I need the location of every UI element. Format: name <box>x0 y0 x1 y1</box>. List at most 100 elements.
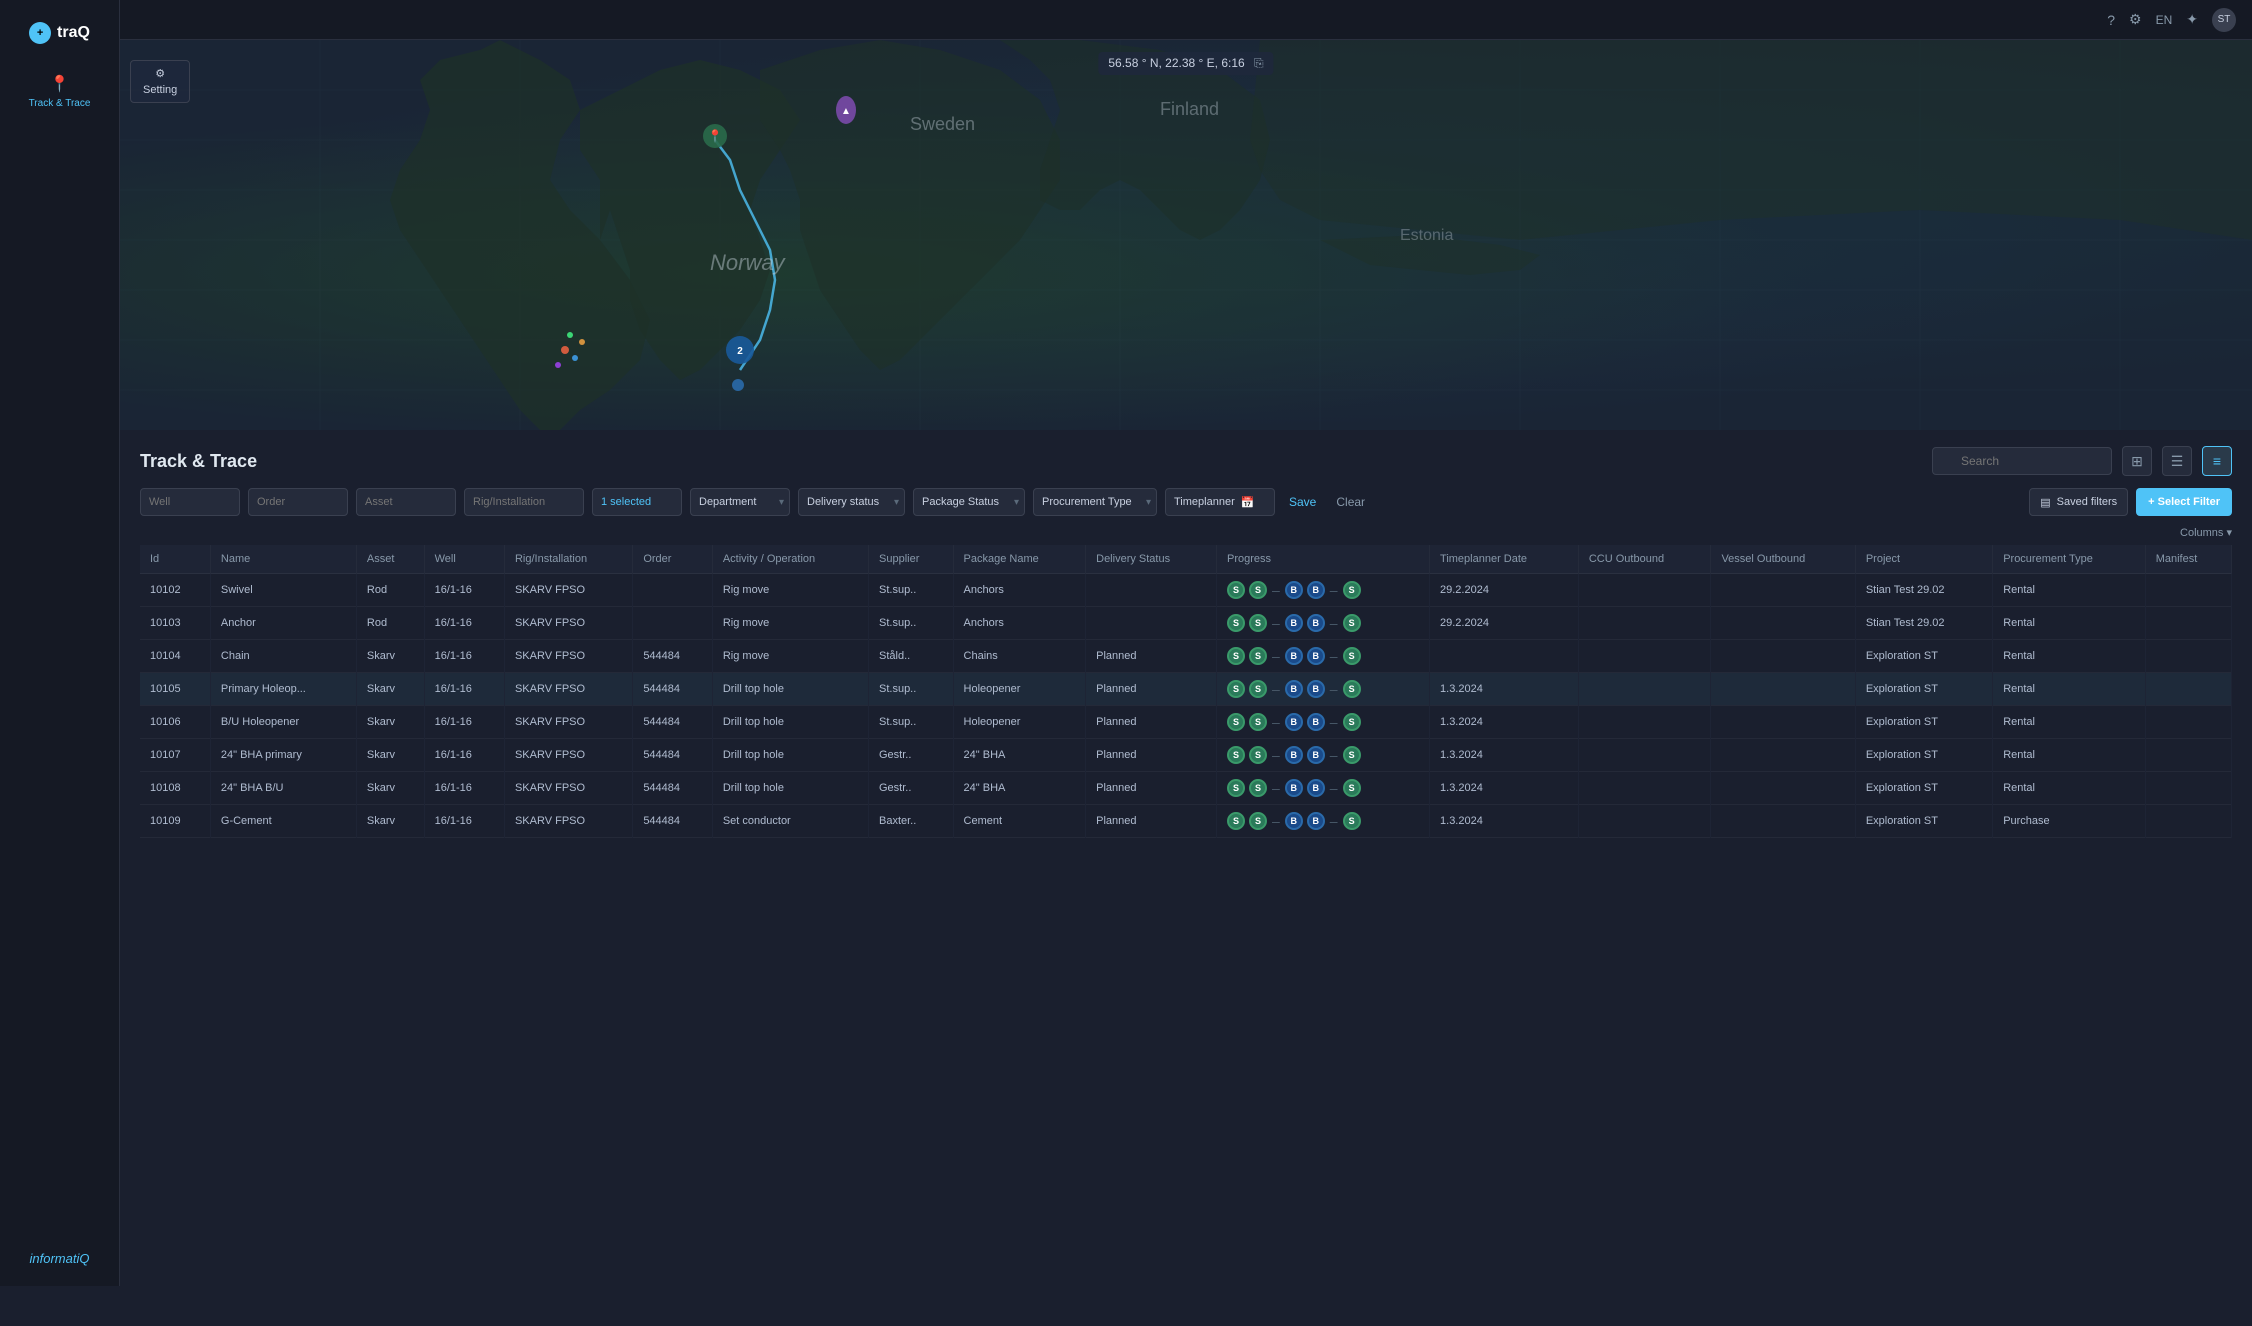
col-supplier[interactable]: Supplier <box>869 545 954 574</box>
list-view-button[interactable]: ☰ <box>2162 446 2192 476</box>
clear-filter-button[interactable]: Clear <box>1330 491 1371 513</box>
cell-manifest <box>2145 805 2231 838</box>
package-status-filter[interactable]: Package Status <box>913 488 1025 516</box>
procurement-type-filter[interactable]: Procurement Type <box>1033 488 1157 516</box>
cell-well: 16/1-16 <box>424 706 504 739</box>
data-table-wrapper[interactable]: Id Name Asset Well Rig/Installation Orde… <box>140 545 2232 1286</box>
rig-filter[interactable] <box>464 488 584 516</box>
cell-delivery-status: Planned <box>1086 706 1217 739</box>
cell-well: 16/1-16 <box>424 805 504 838</box>
cell-well: 16/1-16 <box>424 574 504 607</box>
search-input[interactable] <box>1932 447 2112 475</box>
table-row[interactable]: 10103 Anchor Rod 16/1-16 SKARV FPSO Rig … <box>140 607 2232 640</box>
asset-filter[interactable] <box>356 488 456 516</box>
setting-button[interactable]: ⚙ Setting <box>130 60 190 103</box>
map-container[interactable]: 📍 ▲ 2 <box>120 40 2252 430</box>
cell-procurement: Rental <box>1993 607 2146 640</box>
col-vessel[interactable]: Vessel Outbound <box>1711 545 1855 574</box>
delivery-status-filter[interactable]: Delivery status <box>798 488 905 516</box>
cell-activity: Rig move <box>712 574 868 607</box>
cell-project: Stian Test 29.02 <box>1855 607 1992 640</box>
cell-activity: Drill top hole <box>712 739 868 772</box>
table-row[interactable]: 10107 24" BHA primary Skarv 16/1-16 SKAR… <box>140 739 2232 772</box>
col-package-name[interactable]: Package Name <box>953 545 1086 574</box>
search-wrapper: 🔍 <box>1932 447 2112 475</box>
col-order[interactable]: Order <box>633 545 713 574</box>
well-filter[interactable] <box>140 488 240 516</box>
cell-activity: Set conductor <box>712 805 868 838</box>
table-row[interactable]: 10108 24" BHA B/U Skarv 16/1-16 SKARV FP… <box>140 772 2232 805</box>
cell-manifest <box>2145 706 2231 739</box>
col-name[interactable]: Name <box>210 545 356 574</box>
order-filter[interactable] <box>248 488 348 516</box>
cell-package-name: 24" BHA <box>953 772 1086 805</box>
cell-manifest <box>2145 673 2231 706</box>
cell-timeplanner-date: 29.2.2024 <box>1430 607 1579 640</box>
timeplanner-filter[interactable]: Timeplanner 📅 <box>1165 488 1275 516</box>
cell-package-name: Anchors <box>953 607 1086 640</box>
table-header: Id Name Asset Well Rig/Installation Orde… <box>140 545 2232 574</box>
cell-rig: SKARV FPSO <box>504 739 632 772</box>
cell-supplier: St.sup.. <box>869 706 954 739</box>
svg-text:2: 2 <box>737 346 743 357</box>
cell-timeplanner-date: 1.3.2024 <box>1430 772 1579 805</box>
table-row[interactable]: 10105 Primary Holeop... Skarv 16/1-16 SK… <box>140 673 2232 706</box>
cell-name: G-Cement <box>210 805 356 838</box>
map-pin-4 <box>732 379 744 391</box>
theme-icon[interactable]: ✦ <box>2186 11 2198 28</box>
cell-vessel <box>1711 673 1855 706</box>
logo-icon: + <box>29 22 51 44</box>
copy-coords-icon[interactable]: ⎘ <box>1254 56 1264 70</box>
cell-ccu <box>1578 607 1711 640</box>
cell-name: 24" BHA B/U <box>210 772 356 805</box>
cell-package-name: Chains <box>953 640 1086 673</box>
settings-icon[interactable]: ⚙ <box>2129 11 2142 28</box>
col-delivery-status[interactable]: Delivery Status <box>1086 545 1217 574</box>
cell-project: Exploration ST <box>1855 640 1992 673</box>
grid-view-button[interactable]: ⊞ <box>2122 446 2152 476</box>
col-timeplanner-date[interactable]: Timeplanner Date <box>1430 545 1579 574</box>
cell-id: 10102 <box>140 574 210 607</box>
table-row[interactable]: 10104 Chain Skarv 16/1-16 SKARV FPSO 544… <box>140 640 2232 673</box>
help-icon[interactable]: ? <box>2107 12 2115 28</box>
language-selector[interactable]: EN <box>2156 13 2173 27</box>
col-ccu[interactable]: CCU Outbound <box>1578 545 1711 574</box>
col-well[interactable]: Well <box>424 545 504 574</box>
col-manifest[interactable]: Manifest <box>2145 545 2231 574</box>
cell-order: 544484 <box>633 772 713 805</box>
cell-timeplanner-date: 1.3.2024 <box>1430 673 1579 706</box>
select-filter-button[interactable]: + Select Filter <box>2136 488 2232 516</box>
cell-name: Chain <box>210 640 356 673</box>
cell-activity: Rig move <box>712 607 868 640</box>
col-progress[interactable]: Progress <box>1217 545 1430 574</box>
col-id[interactable]: Id <box>140 545 210 574</box>
cell-id: 10103 <box>140 607 210 640</box>
col-rig[interactable]: Rig/Installation <box>504 545 632 574</box>
saved-filters-button[interactable]: ▤ Saved filters <box>2029 488 2128 516</box>
col-procurement[interactable]: Procurement Type <box>1993 545 2146 574</box>
cell-order: 544484 <box>633 706 713 739</box>
department-filter[interactable]: Department <box>690 488 790 516</box>
cell-vessel <box>1711 640 1855 673</box>
user-avatar[interactable]: ST <box>2212 8 2236 32</box>
cell-timeplanner-date: 29.2.2024 <box>1430 574 1579 607</box>
cell-well: 16/1-16 <box>424 772 504 805</box>
table-row[interactable]: 10106 B/U Holeopener Skarv 16/1-16 SKARV… <box>140 706 2232 739</box>
cell-rig: SKARV FPSO <box>504 640 632 673</box>
columns-toggle[interactable]: Columns ▾ <box>2180 526 2232 539</box>
save-filter-button[interactable]: Save <box>1283 491 1322 513</box>
cell-ccu <box>1578 739 1711 772</box>
cell-well: 16/1-16 <box>424 607 504 640</box>
sidebar-item-track-trace[interactable]: 📍 Track & Trace <box>0 64 119 119</box>
cell-supplier: Gestr.. <box>869 739 954 772</box>
table-row[interactable]: 10102 Swivel Rod 16/1-16 SKARV FPSO Rig … <box>140 574 2232 607</box>
selected-filter-badge[interactable]: 1 selected <box>592 488 682 516</box>
table-row[interactable]: 10109 G-Cement Skarv 16/1-16 SKARV FPSO … <box>140 805 2232 838</box>
col-project[interactable]: Project <box>1855 545 1992 574</box>
col-activity[interactable]: Activity / Operation <box>712 545 868 574</box>
cell-id: 10107 <box>140 739 210 772</box>
col-asset[interactable]: Asset <box>356 545 424 574</box>
cell-name: B/U Holeopener <box>210 706 356 739</box>
cell-asset: Skarv <box>356 772 424 805</box>
table-view-button[interactable]: ≡ <box>2202 446 2232 476</box>
